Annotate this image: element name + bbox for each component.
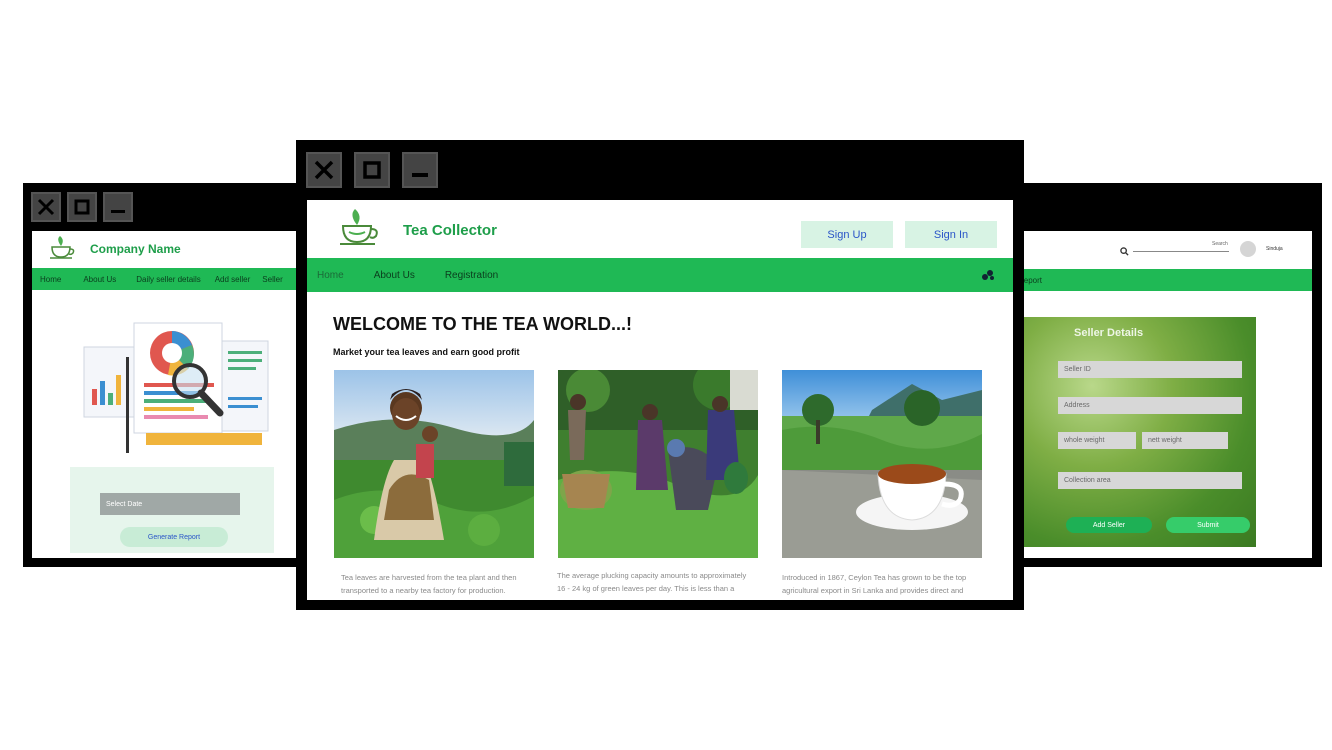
card-1-line-2: transported to a nearby tea factory for … (341, 586, 506, 595)
left-window-controls (31, 192, 133, 222)
card-1-line-1: Tea leaves are harvested from the tea pl… (341, 573, 517, 582)
photo-tea-picker (334, 370, 534, 558)
nav-about-us[interactable]: About Us (83, 275, 116, 284)
seller-id-input[interactable]: Seller ID (1058, 361, 1242, 378)
search-label: Search (1212, 241, 1228, 247)
right-window-content: Search Sinduja Report Seller Details Sel… (1000, 231, 1312, 558)
brand-name: Tea Collector (403, 222, 497, 239)
whole-weight-input[interactable]: whole weight (1058, 432, 1136, 449)
center-window: Tea Collector Sign Up Sign In Home About… (296, 140, 1024, 610)
card-3-line-1: Introduced in 1867, Ceylon Tea has grown… (782, 573, 967, 582)
sign-up-button[interactable]: Sign Up (801, 221, 893, 248)
card-3-text: Introduced in 1867, Ceylon Tea has grown… (782, 571, 982, 597)
menu-icon[interactable] (981, 268, 995, 287)
logo-teacup-icon (46, 235, 76, 268)
welcome-subtitle: Market your tea leaves and earn good pro… (333, 347, 520, 357)
logo-teacup-icon (335, 206, 381, 257)
center-window-content: Tea Collector Sign Up Sign In Home About… (307, 200, 1013, 600)
card-1-text: Tea leaves are harvested from the tea pl… (341, 571, 531, 597)
center-navbar: Home About Us Registration (307, 258, 1013, 292)
nav-home[interactable]: Home (40, 275, 61, 284)
card-2-line-2: 16 - 24 kg of green leaves per day. This… (557, 584, 735, 593)
left-navbar: Home About Us Daily seller details Add s… (32, 268, 323, 290)
nav-daily-seller-details[interactable]: Daily seller details (136, 275, 200, 284)
nav-home[interactable]: Home (317, 270, 344, 281)
seller-details-title: Seller Details (1074, 327, 1144, 339)
photo-tea-plucking (558, 370, 758, 558)
nav-registration[interactable]: Registration (445, 270, 498, 281)
analytics-illustration (82, 317, 282, 462)
close-icon[interactable] (306, 152, 342, 188)
submit-button[interactable]: Submit (1166, 517, 1250, 533)
report-panel: Select Date Generate Report (70, 467, 274, 553)
seller-details-panel: Seller Details Seller ID Address whole w… (1022, 317, 1256, 547)
company-name: Company Name (90, 242, 181, 256)
address-input[interactable]: Address (1058, 397, 1242, 414)
search-field[interactable] (1133, 251, 1229, 252)
user-name: Sinduja (1266, 246, 1283, 252)
card-2-text: The average plucking capacity amounts to… (557, 569, 757, 595)
right-window: Search Sinduja Report Seller Details Sel… (1000, 183, 1322, 567)
nett-weight-input[interactable]: nett weight (1142, 432, 1228, 449)
photo-tea-cup (782, 370, 982, 558)
search-icon[interactable] (1120, 243, 1129, 261)
sign-in-button[interactable]: Sign In (905, 221, 997, 248)
minimize-icon[interactable] (103, 192, 133, 222)
nav-about-us[interactable]: About Us (374, 270, 415, 281)
minimize-icon[interactable] (402, 152, 438, 188)
generate-report-button[interactable]: Generate Report (120, 527, 228, 547)
left-window: Company Name Home About Us Daily seller … (23, 183, 323, 567)
left-window-content: Company Name Home About Us Daily seller … (32, 231, 323, 558)
card-3-line-2: agricultural export in Sri Lanka and pro… (782, 586, 964, 595)
card-2-line-1: The average plucking capacity amounts to… (557, 571, 747, 580)
nav-seller[interactable]: Seller (262, 275, 282, 284)
avatar[interactable] (1240, 241, 1256, 257)
select-date-input[interactable]: Select Date (100, 493, 240, 515)
maximize-icon[interactable] (354, 152, 390, 188)
add-seller-button[interactable]: Add Seller (1066, 517, 1152, 533)
center-window-controls (306, 152, 438, 188)
maximize-icon[interactable] (67, 192, 97, 222)
close-icon[interactable] (31, 192, 61, 222)
welcome-title: WELCOME TO THE TEA WORLD...! (333, 314, 632, 334)
right-navbar: Report (1000, 269, 1312, 291)
nav-add-seller[interactable]: Add seller (215, 275, 251, 284)
collection-area-input[interactable]: Collection area (1058, 472, 1242, 489)
